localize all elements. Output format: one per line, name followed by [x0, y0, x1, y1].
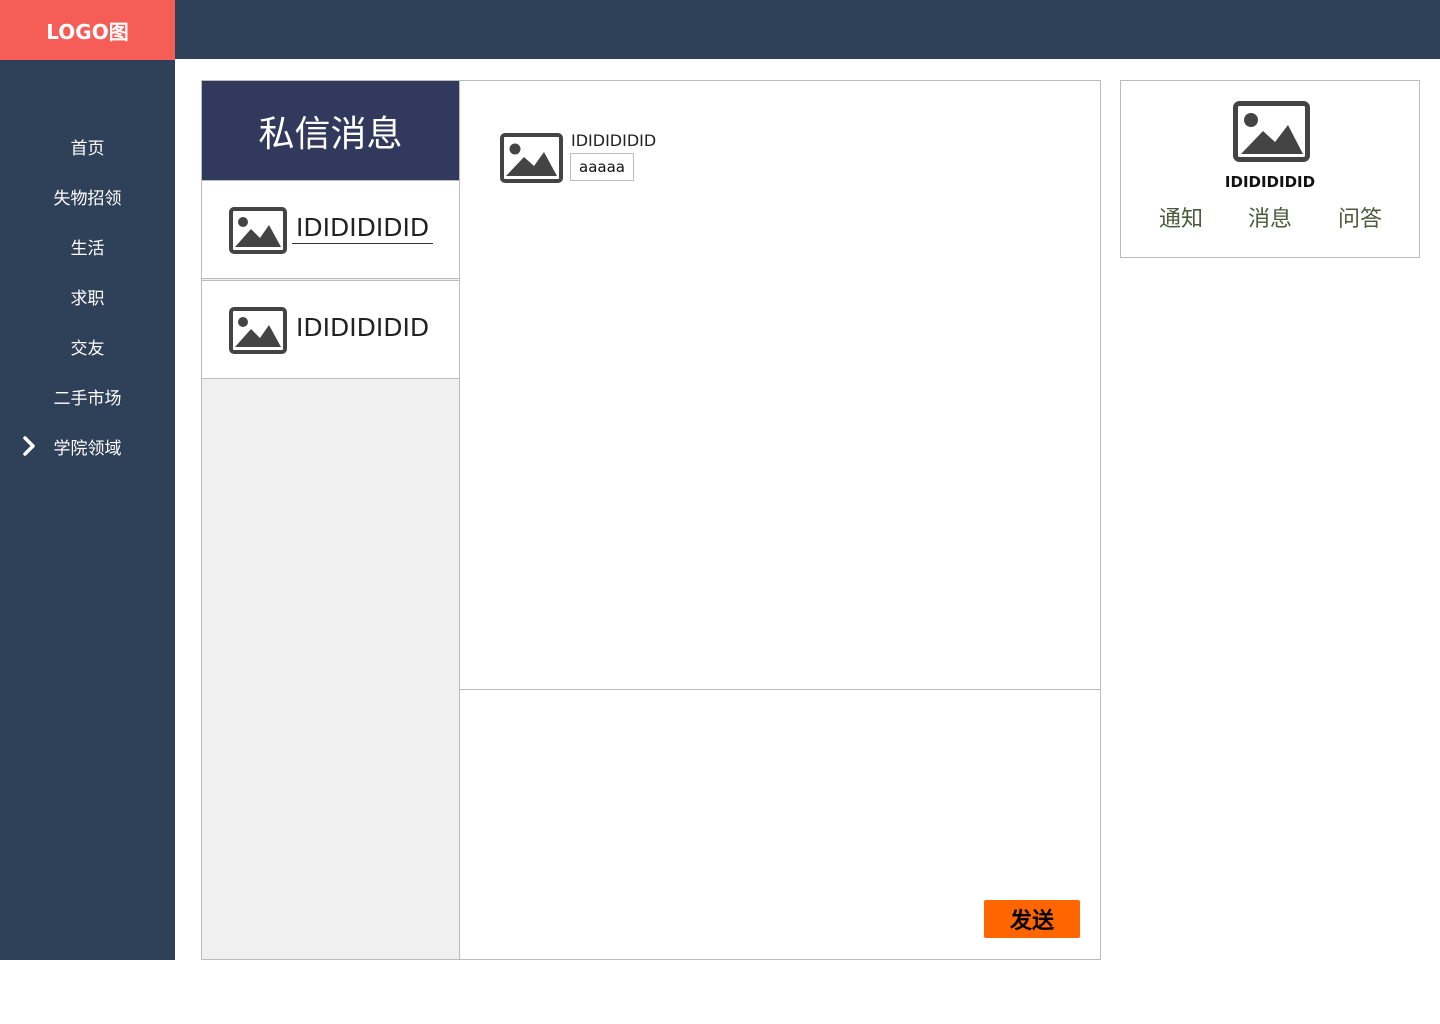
panel-title: 私信消息: [202, 81, 459, 180]
sidebar-item-jobs[interactable]: 求职: [0, 281, 175, 311]
profile-card: IDIDIDIDID 通知 消息 问答: [1120, 80, 1420, 258]
contact-item[interactable]: IDIDIDIDID: [202, 180, 459, 279]
message-bubble: aaaaa: [570, 153, 634, 181]
contact-name: IDIDIDIDID: [296, 313, 430, 342]
sidebar-nav: 首页 失物招领 生活 求职 交友 二手市场 学院领域: [0, 60, 175, 960]
avatar-placeholder-icon: [500, 133, 563, 187]
avatar-placeholder-icon: [1233, 101, 1310, 166]
private-messages-panel: 私信消息 IDIDIDIDID IDIDIDIDID: [201, 80, 460, 960]
tab-notifications[interactable]: 通知: [1159, 201, 1203, 233]
tab-messages[interactable]: 消息: [1248, 201, 1292, 233]
send-button[interactable]: 发送: [984, 900, 1080, 938]
sidebar-item-lost-and-found[interactable]: 失物招领: [0, 181, 175, 211]
chevron-right-icon: [22, 431, 38, 461]
sidebar-item-label: 失物招领: [53, 188, 122, 209]
chat-window: IDIDIDIDID aaaaa 发送: [459, 80, 1101, 960]
image-placeholder-icon: [229, 207, 287, 258]
contact-name: IDIDIDIDID: [292, 213, 434, 244]
image-placeholder-icon: [229, 307, 287, 358]
sidebar-item-label: 二手市场: [53, 388, 122, 409]
sidebar-item-label: 学院领域: [53, 438, 122, 459]
sidebar-item-label: 生活: [70, 238, 105, 259]
sidebar-item-label: 首页: [70, 138, 105, 159]
logo[interactable]: LOGO图: [0, 0, 175, 60]
sidebar-item-college-domain[interactable]: 学院领域: [0, 431, 175, 461]
sidebar-item-home[interactable]: 首页: [0, 131, 175, 161]
profile-name: IDIDIDIDID: [1224, 173, 1316, 191]
sidebar-item-life[interactable]: 生活: [0, 231, 175, 261]
contact-item[interactable]: IDIDIDIDID: [202, 280, 459, 379]
sidebar-item-label: 求职: [70, 288, 105, 309]
sidebar-item-second-hand-market[interactable]: 二手市场: [0, 381, 175, 411]
top-bar: [175, 0, 1440, 59]
sidebar-item-label: 交友: [70, 338, 105, 359]
tab-qa[interactable]: 问答: [1338, 201, 1382, 233]
message-sender: IDIDIDIDID: [571, 131, 657, 150]
sidebar-item-friends[interactable]: 交友: [0, 331, 175, 361]
